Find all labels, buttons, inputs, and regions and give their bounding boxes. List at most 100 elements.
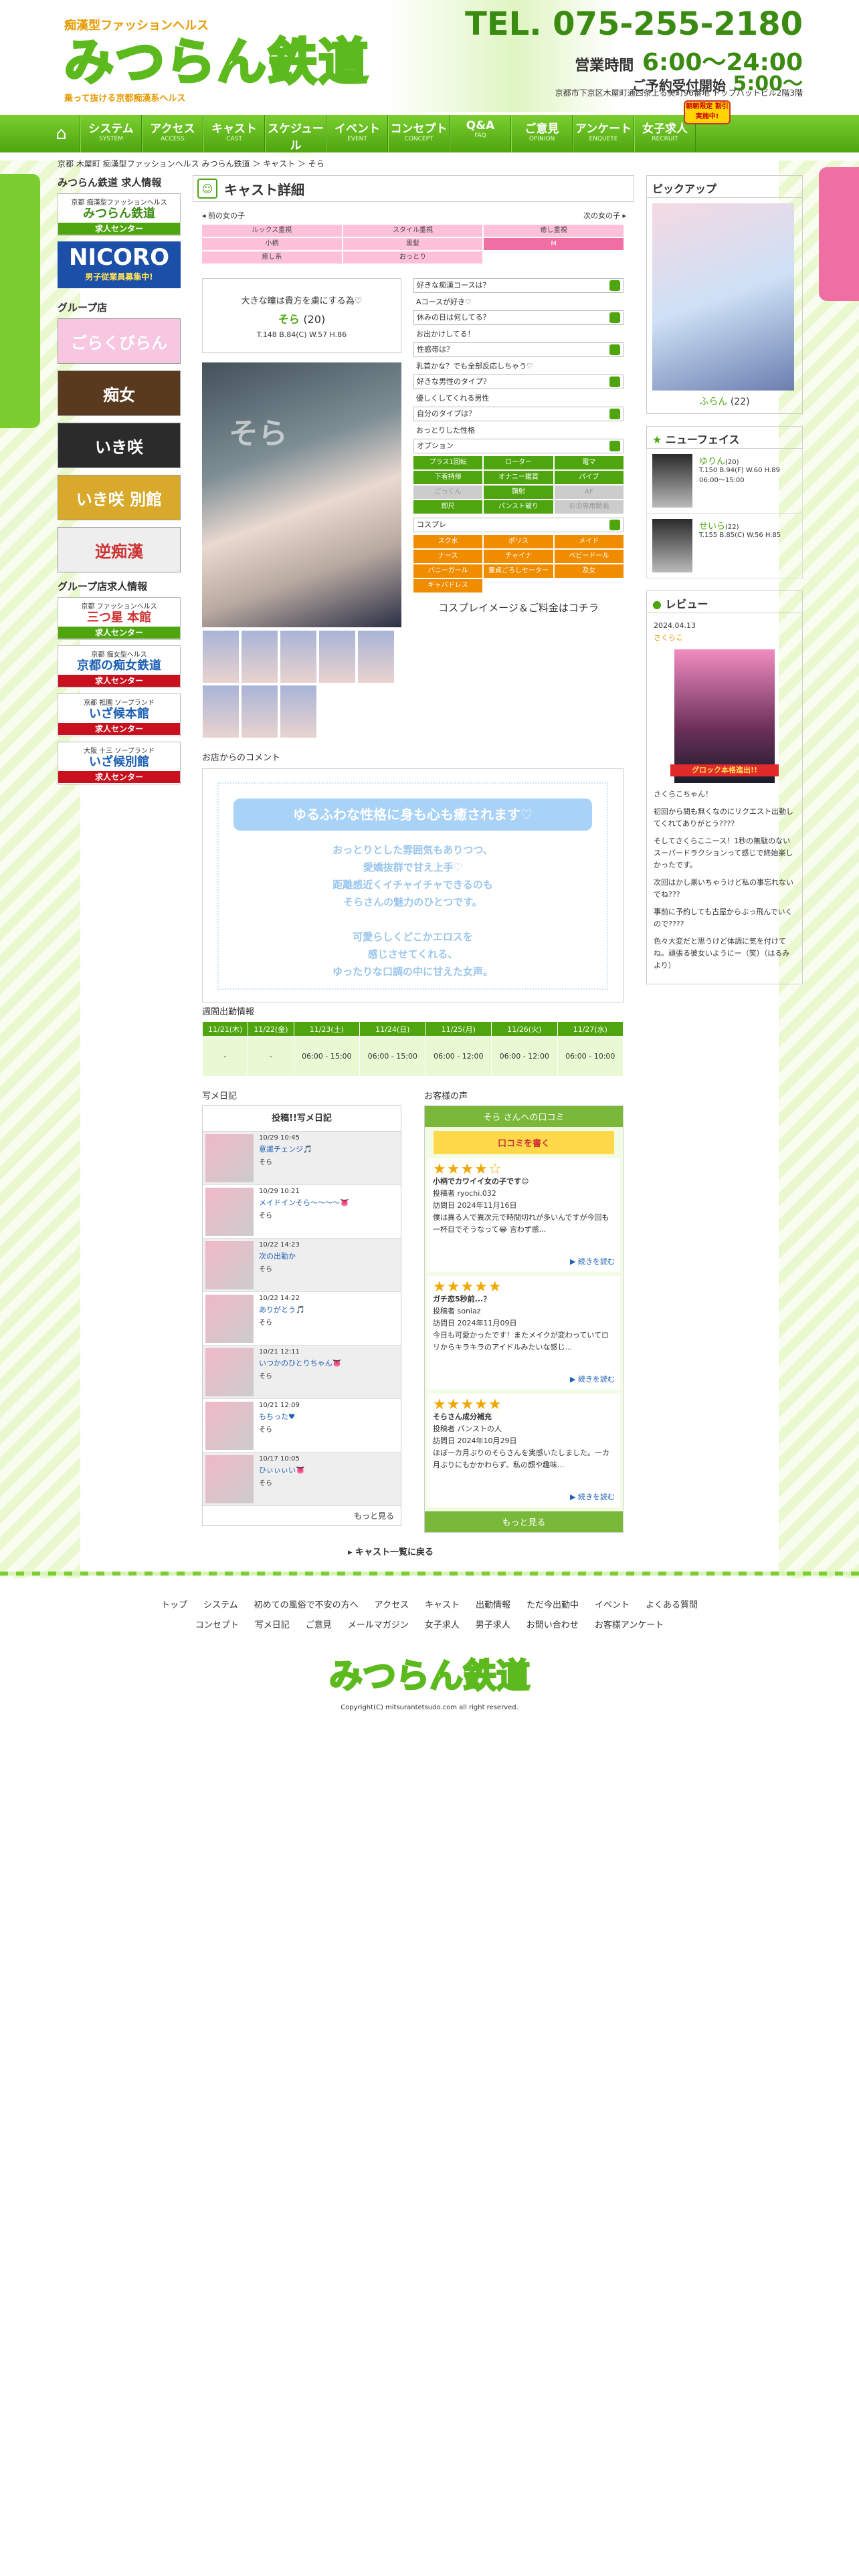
pickup-photo[interactable] xyxy=(652,203,794,391)
cast-main-photo[interactable]: そら xyxy=(202,362,401,627)
group-recruit-banner[interactable]: 大阪 十三 ソープランド いざ候別館 求人センター xyxy=(58,742,181,784)
footer-link[interactable]: ただ今出勤中 xyxy=(527,1600,579,1610)
footer-link[interactable]: コンセプト xyxy=(195,1620,239,1630)
left-side-banner[interactable] xyxy=(0,174,40,428)
footer-link[interactable]: 女子求人 xyxy=(425,1620,460,1630)
diary-thumbnail[interactable] xyxy=(205,1134,254,1182)
nicoro-banner[interactable]: NICORO 男子従業員募集中! xyxy=(58,241,181,288)
newface-card[interactable]: ゆりん(20) T.150 B.94(F) W.60 H.89 06:00〜15:0… xyxy=(646,449,803,514)
right-side-banner[interactable] xyxy=(819,167,859,301)
review-read-more[interactable]: ▶ 続きを読む xyxy=(570,1374,615,1386)
group-shop-banner[interactable]: 痴女 xyxy=(58,370,181,416)
write-review-button[interactable]: 口コミを書く xyxy=(434,1131,614,1154)
thumbnail[interactable] xyxy=(241,630,278,683)
footer-link[interactable]: トップ xyxy=(161,1600,187,1610)
diary-thumbnail[interactable] xyxy=(205,1455,254,1503)
diary-title-link[interactable]: メイドインそら〜〜〜〜👅 xyxy=(259,1197,349,1208)
thumbnail[interactable] xyxy=(318,630,356,683)
nav-item[interactable]: アクセス ACCESS xyxy=(142,115,203,152)
group-recruit-banner[interactable]: 京都 祇園 ソープランド いざ候本館 求人センター xyxy=(58,693,181,736)
nav-item[interactable]: スケジュール SCHEDULE xyxy=(265,115,326,159)
review-user: 投稿者 soniaz xyxy=(433,1307,481,1315)
newface-photo[interactable] xyxy=(652,454,692,508)
diary-entry[interactable]: 10/21 12:11 いつかのひとりちゃん👅 そら xyxy=(203,1346,401,1399)
cosplay-price-link[interactable]: コスプレイメージ＆ご料金はコチラ xyxy=(413,601,624,615)
diary-entry[interactable]: 10/29 10:21 メイドインそら〜〜〜〜👅 そら xyxy=(203,1185,401,1239)
thumbnail[interactable] xyxy=(280,630,317,683)
diary-thumbnail[interactable] xyxy=(205,1188,254,1236)
reviews-more-link[interactable]: もっと見る xyxy=(425,1511,623,1532)
cosplay-item: 童貞ごろしセーター xyxy=(484,564,553,578)
thumbnail[interactable] xyxy=(357,630,395,683)
diary-entry[interactable]: 10/29 10:45 意識チェンジ🎵 そら xyxy=(203,1132,401,1185)
next-cast-link[interactable]: 次の女の子 ▸ xyxy=(583,210,626,221)
thumbnail[interactable] xyxy=(202,685,240,738)
footer-link[interactable]: 写メ日記 xyxy=(255,1620,290,1630)
footer-link[interactable]: 出勤情報 xyxy=(476,1600,510,1610)
thumbnail[interactable] xyxy=(202,630,240,683)
diary-entry[interactable]: 10/17 10:05 ひぃぃぃい👅 そら xyxy=(203,1453,401,1506)
cast-name: そら xyxy=(278,313,300,326)
phone-number[interactable]: TEL. 075-255-2180 xyxy=(465,5,803,43)
side-review-photo[interactable]: グロック本格進出!! xyxy=(670,649,779,783)
footer-link[interactable]: ご意見 xyxy=(306,1620,332,1630)
footer-link[interactable]: お問い合わせ xyxy=(527,1620,579,1630)
diary-title-link[interactable]: いつかのひとりちゃん👅 xyxy=(259,1358,341,1368)
recruit-banner[interactable]: 京都 痴漢型ファッションヘルス みつらん鉄道 求人センター xyxy=(58,193,181,236)
morning-discount-badge[interactable]: 朝朝限定 割引実施中! xyxy=(684,100,731,124)
nav-item[interactable]: コンセプト CONCEPT xyxy=(388,115,450,152)
group-shop-banner[interactable]: いき咲 別館 xyxy=(58,475,181,520)
footer-link[interactable]: 初めての風俗で不安の方へ xyxy=(254,1600,359,1610)
side-review-badge: グロック本格進出!! xyxy=(670,764,779,776)
diary-thumbnail[interactable] xyxy=(205,1295,254,1343)
footer-link[interactable]: お客様アンケート xyxy=(595,1620,664,1630)
review-stars: ★★★★★ xyxy=(433,1279,502,1295)
cosplay-label: コスプレ xyxy=(417,520,446,529)
thumbnail[interactable] xyxy=(241,685,278,738)
newface-photo[interactable] xyxy=(652,519,692,572)
diary-thumbnail[interactable] xyxy=(205,1348,254,1396)
back-to-cast-list[interactable]: ▸ キャスト一覧に戻る xyxy=(348,1545,434,1558)
home-icon[interactable]: ⌂ xyxy=(43,115,80,152)
site-logo[interactable]: 痴漢型ファッションヘルス みつらん鉄道 乗って抜ける京都痴漢系ヘルス xyxy=(63,16,372,110)
footer-link[interactable]: イベント xyxy=(595,1600,630,1610)
nav-item[interactable]: Q&A FAQ xyxy=(450,115,511,152)
diary-entry[interactable]: 10/22 14:22 ありがとう🎵 そら xyxy=(203,1292,401,1346)
photo-thumbnails xyxy=(202,630,401,738)
pickup-card[interactable]: ふらん (22) xyxy=(646,198,803,414)
footer-link[interactable]: 男子求人 xyxy=(476,1620,510,1630)
review-read-more[interactable]: ▶ 続きを読む xyxy=(570,1256,615,1268)
diary-title-link[interactable]: ありがとう🎵 xyxy=(259,1304,305,1315)
side-review-card[interactable]: 2024.04.13 さくらこ グロック本格進出!! さくらこちゃん！ 初回から間… xyxy=(646,613,803,984)
group-shop-banner[interactable]: 逆痴漢 xyxy=(58,527,181,572)
footer-link[interactable]: よくある質問 xyxy=(646,1600,698,1610)
diary-thumbnail[interactable] xyxy=(205,1241,254,1289)
prev-cast-link[interactable]: ◂ 前の女の子 xyxy=(202,210,245,221)
diary-title-link[interactable]: ひぃぃぃい👅 xyxy=(259,1465,305,1475)
diary-entry[interactable]: 10/22 14:23 次の出勤か そら xyxy=(203,1239,401,1292)
group-shop-banner[interactable]: いき咲 xyxy=(58,423,181,468)
diary-more-link[interactable]: もっと見る xyxy=(203,1506,401,1525)
diary-title-link[interactable]: 次の出勤か xyxy=(259,1251,300,1261)
group-recruit-banner[interactable]: 京都 ファッションヘルス 三つ星 本館 求人センター xyxy=(58,597,181,640)
diary-thumbnail[interactable] xyxy=(205,1402,254,1450)
footer-link[interactable]: アクセス xyxy=(375,1600,409,1610)
diary-title-link[interactable]: 意識チェンジ🎵 xyxy=(259,1144,312,1154)
nav-item[interactable]: アンケート ENQUETE xyxy=(573,115,634,152)
diary-entry[interactable]: 10/21 12:09 もちった♥ そら xyxy=(203,1399,401,1453)
schedule-day: 11/26(火) xyxy=(491,1021,558,1037)
group-recruit-banner[interactable]: 京都 痴女型ヘルス 京都の痴女鉄道 求人センター xyxy=(58,645,181,688)
diary-title-link[interactable]: もちった♥ xyxy=(259,1411,300,1422)
footer-link[interactable]: キャスト xyxy=(425,1600,460,1610)
nav-item[interactable]: キャスト CAST xyxy=(203,115,265,152)
nav-item[interactable]: システム SYSTEM xyxy=(80,115,142,152)
group-shop-banner[interactable]: ごらくびらん xyxy=(58,318,181,364)
nav-item[interactable]: ご意見 OPINION xyxy=(511,115,573,152)
footer-link[interactable]: メールマガジン xyxy=(348,1620,409,1630)
thumbnail[interactable] xyxy=(280,685,317,738)
newface-card[interactable]: せいら(22) T.155 B.85(C) W.56 H.85 xyxy=(646,514,803,578)
review-read-more[interactable]: ▶ 続きを読む xyxy=(570,1491,615,1503)
nav-item[interactable]: イベント EVENT xyxy=(326,115,388,152)
footer-logo[interactable]: みつらん鉄道 xyxy=(0,1649,859,1697)
footer-link[interactable]: システム xyxy=(203,1600,238,1610)
